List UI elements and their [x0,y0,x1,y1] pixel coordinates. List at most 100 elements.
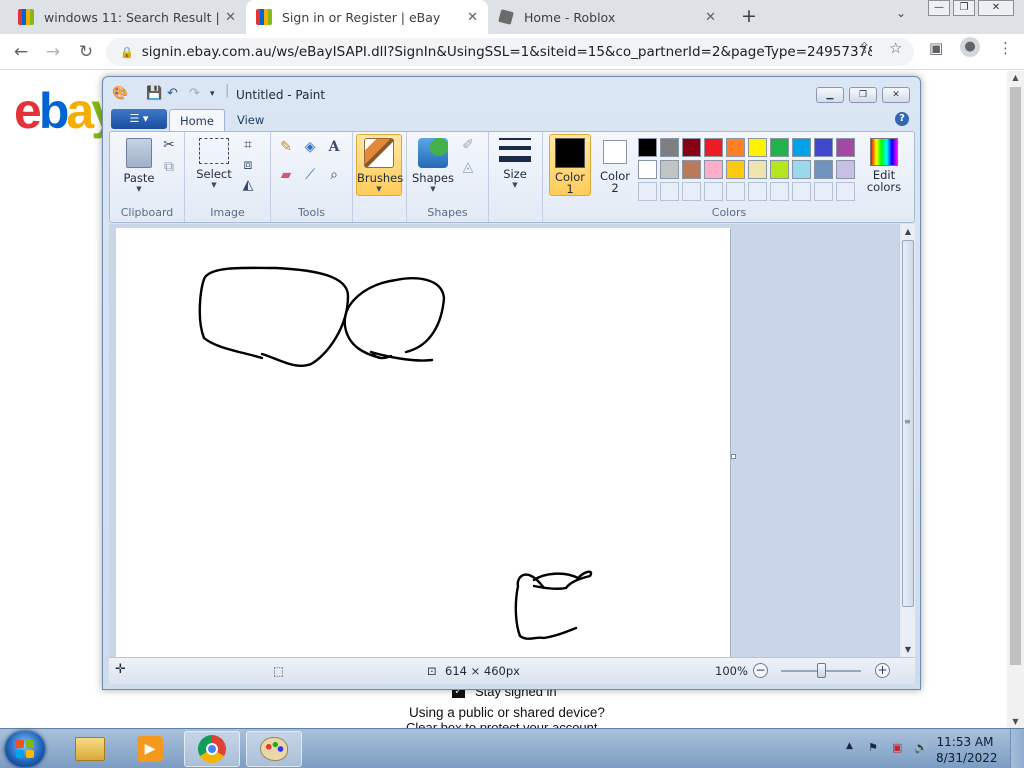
paint-close-button[interactable]: ✕ [882,87,910,103]
palette-swatch[interactable] [660,138,679,157]
new-tab-button[interactable]: + [738,5,760,27]
palette-swatch[interactable] [638,138,657,157]
crop-icon[interactable]: ⌗ [239,136,257,154]
page-scroll-thumb[interactable] [1010,87,1021,665]
palette-swatch[interactable] [682,160,701,179]
color1-button[interactable]: Color 1 [549,134,591,196]
cut-icon[interactable]: ✂ [160,136,178,154]
page-scrollbar[interactable]: ▲ ▼ [1007,71,1024,728]
palette-custom-swatch[interactable] [836,182,855,201]
canvas-vertical-scrollbar[interactable]: ▲ ≡ ▼ [899,224,915,657]
palette-swatch[interactable] [726,160,745,179]
action-center-flag-icon[interactable]: ⚑ [868,741,878,754]
palette-custom-swatch[interactable] [726,182,745,201]
palette-swatch[interactable] [748,138,767,157]
show-desktop-button[interactable] [1010,729,1024,768]
pencil-icon[interactable]: ✎ [277,138,295,156]
palette-swatch[interactable] [660,160,679,179]
zoom-in-button[interactable]: + [875,663,890,678]
palette-custom-swatch[interactable] [770,182,789,201]
palette-swatch[interactable] [726,138,745,157]
drawing-canvas[interactable] [116,228,730,657]
fill-bucket-icon[interactable]: ◈ [301,138,319,156]
palette-custom-swatch[interactable] [638,182,657,201]
paint-title-bar[interactable]: 🎨 💾 ↶ ↷ ▾ | Untitled - Paint ▁ ❐ ✕ [103,77,920,107]
tab-roblox[interactable]: Home - Roblox ✕ [488,0,726,34]
profile-avatar-icon[interactable]: ● [960,37,980,57]
palette-swatch[interactable] [704,138,723,157]
tab-search-chevron-icon[interactable]: ⌄ [896,6,906,20]
palette-swatch[interactable] [814,160,833,179]
palette-swatch[interactable] [770,138,789,157]
color-picker-icon[interactable]: ⟋ [301,166,319,184]
taskbar-explorer[interactable] [62,731,118,767]
fill-icon[interactable]: ◬ [459,158,477,176]
paint-restore-button[interactable]: ❐ [849,87,877,103]
undo-icon[interactable]: ↶ [167,86,178,101]
palette-swatch[interactable] [814,138,833,157]
taskbar-media-player[interactable]: ▶ [122,731,178,767]
text-tool-icon[interactable]: A [325,138,343,156]
network-disconnected-icon[interactable]: ▣ [892,741,902,754]
brushes-button[interactable]: Brushes ▼ [356,134,403,196]
save-icon[interactable]: 💾 [146,86,162,101]
customize-qat-chevron-icon[interactable]: ▾ [210,89,215,99]
back-arrow-icon[interactable]: ← [10,41,32,63]
window-restore-button[interactable]: ❐ [953,0,975,16]
help-icon[interactable]: ? [895,112,909,126]
side-panel-icon[interactable]: ▣ [929,39,943,57]
canvas-resize-handle[interactable] [731,454,736,459]
volume-icon[interactable]: 🔊 [914,741,928,754]
size-button[interactable]: Size ▼ [495,138,535,189]
redo-icon[interactable]: ↷ [189,86,200,101]
close-icon[interactable]: ✕ [467,10,478,25]
reload-icon[interactable]: ↻ [75,41,97,63]
start-button[interactable] [5,731,45,767]
scroll-down-arrow-icon[interactable]: ▼ [1007,717,1024,726]
palette-swatch[interactable] [748,160,767,179]
palette-custom-swatch[interactable] [660,182,679,201]
outline-icon[interactable]: ✐ [459,136,477,154]
menu-kebab-icon[interactable]: ⋮ [998,39,1013,57]
paint-file-menu-button[interactable]: ☰ ▾ [111,109,167,129]
tab-home[interactable]: Home [169,109,225,131]
paste-button[interactable]: Paste ▼ [118,138,160,193]
eraser-icon[interactable]: ▰ [277,166,295,184]
paint-app-icon[interactable]: 🎨 [112,86,128,101]
zoom-slider-knob[interactable] [817,663,826,678]
select-button[interactable]: Select ▼ [193,138,235,189]
palette-custom-swatch[interactable] [748,182,767,201]
palette-swatch[interactable] [792,160,811,179]
address-bar[interactable]: 🔒 signin.ebay.com.au/ws/eBayISAPI.dll?Si… [106,38,914,66]
palette-swatch[interactable] [836,138,855,157]
ebay-logo[interactable]: ebay [14,82,119,140]
palette-swatch[interactable] [792,138,811,157]
rotate-icon[interactable]: ◭ [239,176,257,194]
tab-ebay-signin[interactable]: Sign in or Register | eBay ✕ [246,0,488,34]
magnifier-icon[interactable]: ⌕ [325,166,343,184]
forward-arrow-icon[interactable]: → [42,41,64,63]
palette-custom-swatch[interactable] [792,182,811,201]
scroll-up-arrow-icon[interactable]: ▲ [1007,73,1024,82]
tab-view[interactable]: View [227,109,274,131]
edit-colors-button[interactable]: Edit colors [862,138,906,193]
tray-overflow-arrow-icon[interactable]: ▲ [846,741,853,751]
window-close-button[interactable]: ✕ [978,0,1014,16]
palette-custom-swatch[interactable] [814,182,833,201]
palette-swatch[interactable] [704,160,723,179]
close-icon[interactable]: ✕ [225,10,236,25]
palette-swatch[interactable] [682,138,701,157]
color2-button[interactable]: Color 2 [595,137,635,194]
scroll-up-arrow-icon[interactable]: ▲ [900,227,916,236]
system-clock[interactable]: 11:53 AM 8/31/2022 [936,734,998,766]
taskbar-chrome[interactable] [184,731,240,767]
palette-swatch[interactable] [770,160,789,179]
scroll-down-arrow-icon[interactable]: ▼ [900,645,916,654]
close-icon[interactable]: ✕ [705,10,716,25]
palette-swatch[interactable] [836,160,855,179]
copy-icon[interactable]: ⧉ [160,158,178,176]
zoom-out-button[interactable]: − [753,663,768,678]
taskbar-paint[interactable] [246,731,302,767]
palette-swatch[interactable] [638,160,657,179]
palette-custom-swatch[interactable] [682,182,701,201]
